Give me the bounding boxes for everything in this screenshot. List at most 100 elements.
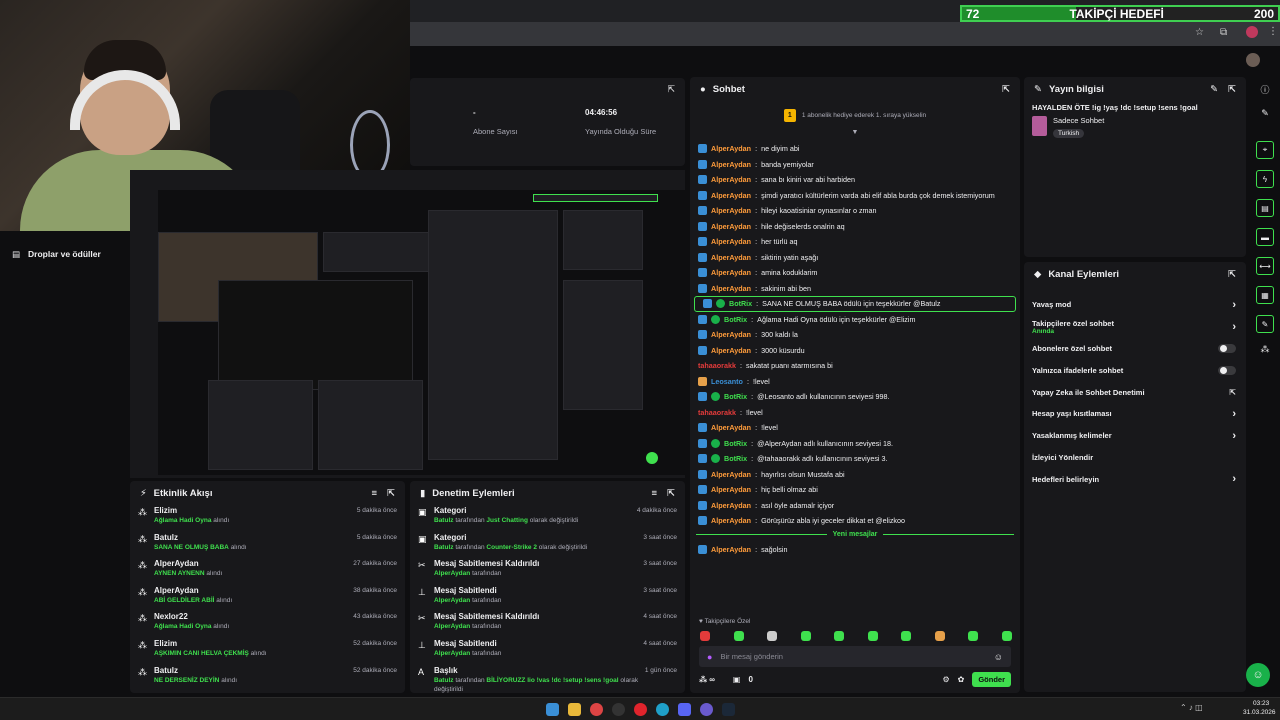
chevron-right-icon[interactable]: › xyxy=(1232,299,1236,311)
start-icon[interactable] xyxy=(546,703,559,716)
rail-button-bolt[interactable]: ϟ xyxy=(1256,170,1274,188)
toggle-switch[interactable] xyxy=(1218,365,1236,375)
hype-banner[interactable]: 1 1 abonelik hediye ederek 1. sıraya yük… xyxy=(690,101,1020,129)
chat-username[interactable]: AlperAydan xyxy=(711,346,751,355)
edge-icon[interactable] xyxy=(656,703,669,716)
chat-username[interactable]: tahaaorakk xyxy=(698,361,736,370)
moderation-item[interactable]: ✂ Mesaj Sabitlemesi Kaldırıldı AlperAydan … xyxy=(410,611,685,638)
activity-item[interactable]: ⁂ AlperAydan ABİ GELDİLER ABİİ alındı 38 da… xyxy=(130,585,405,612)
chevron-right-icon[interactable]: › xyxy=(1232,408,1236,420)
send-button[interactable]: Gönder xyxy=(972,672,1011,687)
channel-action-item[interactable]: Hesap yaşı kısıtlaması › xyxy=(1024,403,1246,425)
moderation-item[interactable]: ✂ Mesaj Sabitlemesi Kaldırıldı AlperAydan … xyxy=(410,558,685,585)
stream-preview[interactable] xyxy=(130,170,688,478)
activity-item[interactable]: ⁂ Nexlor22 Ağlama Hadi Oyna alındı 43 dakik… xyxy=(130,611,405,638)
chat-username[interactable]: AlperAydan xyxy=(711,485,751,494)
channel-action-item[interactable]: Yasaklanmış kelimeler › xyxy=(1024,425,1246,447)
chat-message[interactable]: Leosanto: !level xyxy=(690,374,1020,390)
channel-action-item[interactable]: İzleyici Yönlendir xyxy=(1024,447,1246,469)
chat-username[interactable]: AlperAydan xyxy=(711,222,751,231)
chat-message[interactable]: AlperAydan: şimdi yaratıcı kültürlerim va… xyxy=(690,188,1020,204)
popout-icon[interactable]: ⇱ xyxy=(1228,84,1236,95)
popout-icon[interactable]: ⇱ xyxy=(667,488,675,499)
emoji-icon[interactable]: ☺ xyxy=(994,652,1003,662)
emote-picker-icon[interactable]: ✿ xyxy=(958,675,965,684)
extensions-icon[interactable]: ⧉ xyxy=(1220,27,1227,38)
chat-message[interactable]: BotRix: @Leosanto adlı kullanıcının seviy… xyxy=(690,389,1020,405)
chat-username[interactable]: BotRix xyxy=(724,439,747,448)
popout-icon[interactable]: ⇱ xyxy=(1228,269,1236,280)
moderation-item[interactable]: A Başlık Batulz tarafından BİLİYORUZZ lio … xyxy=(410,665,685,693)
emote-icon[interactable] xyxy=(934,631,945,641)
moderation-item[interactable]: ⊥ Mesaj Sabitlendi AlperAydan tarafından 4 … xyxy=(410,638,685,665)
emote-icon[interactable] xyxy=(700,631,710,641)
folder-icon[interactable] xyxy=(568,703,581,716)
rail-button-chat[interactable]: ▬ xyxy=(1256,228,1274,246)
activity-item[interactable]: ⁂ Elizim AŞKIMIN CANI HELVA ÇEKMİŞ alındı 5… xyxy=(130,638,405,665)
popout-icon[interactable]: ⇱ xyxy=(387,488,395,499)
popout-icon[interactable]: ⇱ xyxy=(667,84,675,95)
chat-username[interactable]: AlperAydan xyxy=(711,501,751,510)
chat-username[interactable]: AlperAydan xyxy=(711,253,751,262)
support-chat-button[interactable]: ☺ xyxy=(1246,663,1270,687)
chat-username[interactable]: AlperAydan xyxy=(711,284,751,293)
emote-icon[interactable] xyxy=(901,631,912,641)
external-link-icon[interactable]: ⇱ xyxy=(1229,388,1236,397)
channel-action-item[interactable]: Abonelere özel sohbet xyxy=(1024,338,1246,360)
nav-item-drops[interactable]: ▤ Droplar ve ödüller xyxy=(0,243,130,265)
chat-username[interactable]: AlperAydan xyxy=(711,423,751,432)
chat-message[interactable]: BotRix: SANA NE OLMUŞ BABA ödülü için teş… xyxy=(694,296,1016,312)
chat-message[interactable]: AlperAydan: her türlü aq xyxy=(690,234,1020,250)
rail-button-stats[interactable]: ⟷ xyxy=(1256,257,1274,275)
opera-icon[interactable] xyxy=(634,703,647,716)
rail-button-scan[interactable]: ⌖ xyxy=(1256,141,1274,159)
discord-icon[interactable] xyxy=(678,703,691,716)
chat-message[interactable]: AlperAydan: sağolsin xyxy=(690,542,1020,558)
channel-action-item[interactable]: Yapay Zeka ile Sohbet Denetimi ⇱ xyxy=(1024,381,1246,403)
chat-username[interactable]: AlperAydan xyxy=(711,237,751,246)
edit-icon[interactable]: ✎ xyxy=(1210,84,1218,95)
chat-username[interactable]: AlperAydan xyxy=(711,175,751,184)
chat-message[interactable]: AlperAydan: hileyi kaoatisiniar oynasınla… xyxy=(690,203,1020,219)
chat-message[interactable]: BotRix: @tahaaorakk adlı kullanıcının sev… xyxy=(690,451,1020,467)
emote-icon[interactable] xyxy=(834,631,845,641)
chat-username[interactable]: Leosanto xyxy=(711,377,743,386)
moderation-item[interactable]: ⊥ Mesaj Sabitlendi AlperAydan tarafından 3 … xyxy=(410,585,685,612)
emote-icon[interactable] xyxy=(733,631,744,641)
chat-message[interactable]: AlperAydan: !level xyxy=(690,420,1020,436)
activity-item[interactable]: ⁂ Elizim Ağlama Hadi Oyna alındı 5 dakika ö… xyxy=(130,505,405,532)
channel-action-item[interactable]: Yavaş mod › xyxy=(1024,294,1246,316)
points-icon[interactable]: ⁂ xyxy=(699,675,707,684)
profile-icon[interactable] xyxy=(1246,26,1258,38)
chat-message[interactable]: AlperAydan: hile değiselerds onalrin aq xyxy=(690,219,1020,235)
chat-message[interactable]: AlperAydan: hiç belli olmaz abi xyxy=(690,482,1020,498)
chat-username[interactable]: AlperAydan xyxy=(711,144,751,153)
chat-input[interactable]: ● Bir mesaj gönderin ☺ xyxy=(699,646,1011,667)
category-name[interactable]: Sadece Sohbet xyxy=(1053,116,1104,125)
rail-button-wrench[interactable]: ✎ xyxy=(1256,315,1274,333)
moderation-item[interactable]: ▣ Kategori Batulz tarafından Just Chatting… xyxy=(410,505,685,532)
chat-username[interactable]: AlperAydan xyxy=(711,268,751,277)
chat-message[interactable]: tahaaorakk: !level xyxy=(690,405,1020,421)
activity-item[interactable]: ⁂ Batulz SANA NE OLMUŞ BABA alındı 5 dakika… xyxy=(130,532,405,559)
chat-username[interactable]: AlperAydan xyxy=(711,470,751,479)
chat-message[interactable]: tahaaorakk: sakatat puanı atarmısına bi xyxy=(690,358,1020,374)
steam-icon[interactable] xyxy=(722,703,735,716)
activity-item[interactable]: ⁂ Batulz NE DERSENİZ DEYİN alındı 52 dakika… xyxy=(130,665,405,692)
moderation-item[interactable]: ▣ Kategori Batulz tarafından Counter-Strik… xyxy=(410,532,685,559)
activity-item[interactable]: ⁂ AlperAydan AYNEN AYNENN alındı 27 dakika … xyxy=(130,558,405,585)
emote-icon[interactable] xyxy=(867,631,878,641)
channel-action-item[interactable]: Yalnızca ifadelerle sohbet xyxy=(1024,359,1246,381)
chat-message[interactable]: AlperAydan: siktirin yatin aşağı xyxy=(690,250,1020,266)
chat-username[interactable]: AlperAydan xyxy=(711,516,751,525)
rail-button-more[interactable]: ⁂ xyxy=(1250,344,1280,355)
settings-icon[interactable]: ⚙ xyxy=(942,675,949,684)
chat-username[interactable]: BotRix xyxy=(724,392,747,401)
filter-icon[interactable]: ≡ xyxy=(651,488,657,499)
chat-message[interactable]: AlperAydan: sana bı kiniri var abi harbid… xyxy=(690,172,1020,188)
rail-button-panel[interactable]: ▦ xyxy=(1256,286,1274,304)
chat-message[interactable]: AlperAydan:300 kaldı la xyxy=(690,327,1020,343)
rail-button-doc[interactable]: ▤ xyxy=(1256,199,1274,217)
chat-message[interactable]: AlperAydan: sakinim abi ben xyxy=(690,281,1020,297)
chevron-right-icon[interactable]: › xyxy=(1232,473,1236,485)
